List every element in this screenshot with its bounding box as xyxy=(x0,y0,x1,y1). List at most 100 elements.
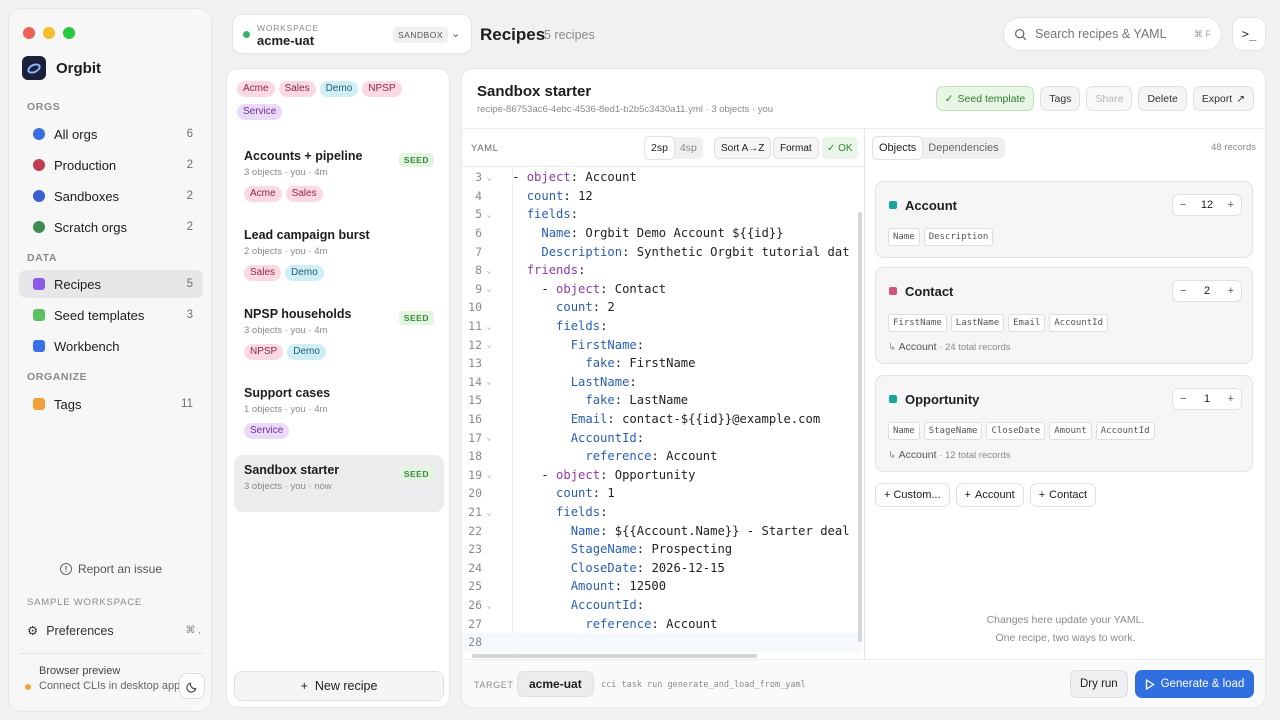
field-chip[interactable]: Description xyxy=(923,228,994,246)
count-stepper[interactable]: − 12 + xyxy=(1172,194,1242,216)
search-box[interactable]: ⌘ F xyxy=(1003,17,1222,51)
tab-dependencies[interactable]: Dependencies xyxy=(922,137,1004,159)
new-recipe-button[interactable]: + New recipe xyxy=(234,671,444,701)
increment-button[interactable]: + xyxy=(1228,285,1234,297)
add-contact-button[interactable]: + Contact xyxy=(1029,483,1097,507)
increment-button[interactable]: + xyxy=(1228,199,1234,211)
add-account-button[interactable]: + Account xyxy=(955,483,1024,507)
workspace-switcher[interactable]: WORKSPACE acme-uat SANDBOX ⌄ xyxy=(232,14,472,54)
recipe-card[interactable]: Accounts + pipeline 3 objects · you · 4m S… xyxy=(234,141,444,202)
field-chip[interactable]: Name xyxy=(888,422,920,440)
filter-tag-service[interactable]: Service xyxy=(237,104,283,120)
recipe-tag-npsp: NPSP xyxy=(244,344,284,360)
terminal-button[interactable]: >_ xyxy=(1232,17,1266,51)
decrement-button[interactable]: − xyxy=(1180,199,1186,211)
production-color-icon xyxy=(33,159,45,171)
yaml-key: AccountId xyxy=(570,430,637,445)
fold-chevron-icon[interactable]: ⌄ xyxy=(482,508,496,517)
object-color-icon xyxy=(889,287,897,295)
fold-chevron-icon[interactable]: ⌄ xyxy=(482,266,496,275)
tags-button[interactable]: Tags xyxy=(1040,86,1081,111)
recipe-meta: recipe-86753ac6-4ebc-4536-8ed1-b2b5c3430… xyxy=(477,104,774,115)
vertical-scrollbar[interactable] xyxy=(858,212,862,642)
fold-chevron-icon[interactable]: ⌄ xyxy=(482,284,496,293)
preferences-shortcut: ⌘ , xyxy=(185,625,201,636)
field-chip[interactable]: StageName xyxy=(923,422,983,440)
count-stepper[interactable]: − 2 + xyxy=(1172,280,1242,302)
maximize-window-button[interactable] xyxy=(63,27,75,39)
sidebar-item-workbench[interactable]: Workbench xyxy=(19,332,203,360)
filter-tag-npsp[interactable]: NPSP xyxy=(362,81,402,97)
fold-chevron-icon[interactable]: ⌄ xyxy=(482,173,496,182)
count-value[interactable]: 12 xyxy=(1201,199,1213,211)
count-value[interactable]: 2 xyxy=(1204,285,1210,297)
field-chip[interactable]: CloseDate xyxy=(986,422,1046,440)
add-custom-object-button[interactable]: + Custom... xyxy=(875,483,950,507)
fold-chevron-icon[interactable]: ⌄ xyxy=(482,470,496,479)
filter-tag-demo[interactable]: Demo xyxy=(319,81,359,97)
indent-4sp-option[interactable]: 4sp xyxy=(674,137,703,159)
minimize-window-button[interactable] xyxy=(43,27,55,39)
objects-hint: Changes here update your YAML. One recip… xyxy=(864,611,1265,647)
field-chip[interactable]: AccountId xyxy=(1095,422,1155,440)
filter-tag-sales[interactable]: Sales xyxy=(278,81,316,97)
generate-load-button[interactable]: Generate & load xyxy=(1135,670,1254,698)
field-chip[interactable]: Email xyxy=(1008,314,1046,332)
theme-toggle-button[interactable] xyxy=(179,673,205,699)
yaml-value: 2 xyxy=(607,300,615,315)
search-input[interactable] xyxy=(1035,27,1185,41)
yaml-value: 12500 xyxy=(629,579,667,594)
filter-tag-acme[interactable]: Acme xyxy=(237,81,275,97)
workspace-type-badge: SANDBOX xyxy=(393,27,449,43)
sidebar-item-scratch-orgs[interactable]: Scratch orgs 2 xyxy=(19,213,203,241)
sort-button[interactable]: Sort A→Z xyxy=(714,137,772,159)
horizontal-scrollbar[interactable] xyxy=(472,654,757,658)
recipe-card[interactable]: Support cases 1 objects · you · 4m Service xyxy=(234,378,444,439)
field-chip[interactable]: FirstName xyxy=(888,314,947,332)
tab-objects[interactable]: Objects xyxy=(873,137,923,159)
field-chip[interactable]: Name xyxy=(888,228,920,246)
recipe-card[interactable]: NPSP households 3 objects · you · 4m SEED N… xyxy=(234,299,444,360)
sidebar-item-recipes[interactable]: Recipes 5 xyxy=(19,270,203,298)
share-button[interactable]: Share xyxy=(1086,86,1133,111)
recipe-tags: Sales Demo xyxy=(244,263,434,281)
organize-section-label: ORGANIZE xyxy=(27,371,88,383)
target-org-selector[interactable]: acme-uat xyxy=(517,671,594,697)
field-chip[interactable]: LastName xyxy=(950,314,1005,332)
fold-chevron-icon[interactable]: ⌄ xyxy=(482,601,496,610)
recipe-card[interactable]: Lead campaign burst 2 objects · you · 4m S… xyxy=(234,220,444,281)
sidebar-item-sandboxes[interactable]: Sandboxes 2 xyxy=(19,182,203,210)
format-button[interactable]: Format xyxy=(773,137,819,159)
sidebar-item-all-orgs[interactable]: All orgs 6 xyxy=(19,120,203,148)
fold-chevron-icon[interactable]: ⌄ xyxy=(482,322,496,331)
fold-chevron-icon[interactable]: ⌄ xyxy=(482,377,496,386)
field-chip[interactable]: AccountId xyxy=(1049,314,1109,332)
fold-chevron-icon[interactable]: ⌄ xyxy=(482,340,496,349)
field-chip[interactable]: Amount xyxy=(1049,422,1092,440)
yaml-code-editor[interactable]: 3 ⌄ - object: Account 4 count: 12 5 ⌄ fields:… xyxy=(462,168,862,658)
increment-button[interactable]: + xyxy=(1228,393,1234,405)
preferences-button[interactable]: ⚙ Preferences ⌘ , xyxy=(27,623,201,639)
dry-run-button[interactable]: Dry run xyxy=(1070,670,1128,698)
code-text: fields: xyxy=(556,505,608,520)
delete-button[interactable]: Delete xyxy=(1138,86,1187,111)
code-line: 3 ⌄ - object: Account xyxy=(462,168,862,187)
decrement-button[interactable]: − xyxy=(1180,285,1186,297)
sidebar-item-production[interactable]: Production 2 xyxy=(19,151,203,179)
count-stepper[interactable]: − 1 + xyxy=(1172,388,1242,410)
count-value[interactable]: 1 xyxy=(1204,393,1210,405)
indent-2sp-option[interactable]: 2sp xyxy=(645,137,674,159)
yaml-key: fields xyxy=(526,207,571,222)
sidebar-item-seed-templates[interactable]: Seed templates 3 xyxy=(19,301,203,329)
decrement-button[interactable]: − xyxy=(1180,393,1186,405)
seed-template-button[interactable]: ✓ Seed template xyxy=(935,86,1035,111)
report-issue-link[interactable]: ! Report an issue xyxy=(9,562,213,576)
yaml-key: LastName xyxy=(570,374,630,389)
recipe-card[interactable]: Sandbox starter 3 objects · you · now SEED xyxy=(234,455,444,512)
fold-chevron-icon[interactable]: ⌄ xyxy=(482,433,496,442)
close-window-button[interactable] xyxy=(23,27,35,39)
fold-chevron-icon[interactable]: ⌄ xyxy=(482,210,496,219)
pane-divider[interactable] xyxy=(864,129,865,659)
export-button[interactable]: Export ↗ xyxy=(1192,86,1254,111)
sidebar-item-tags[interactable]: Tags 11 xyxy=(19,390,203,418)
